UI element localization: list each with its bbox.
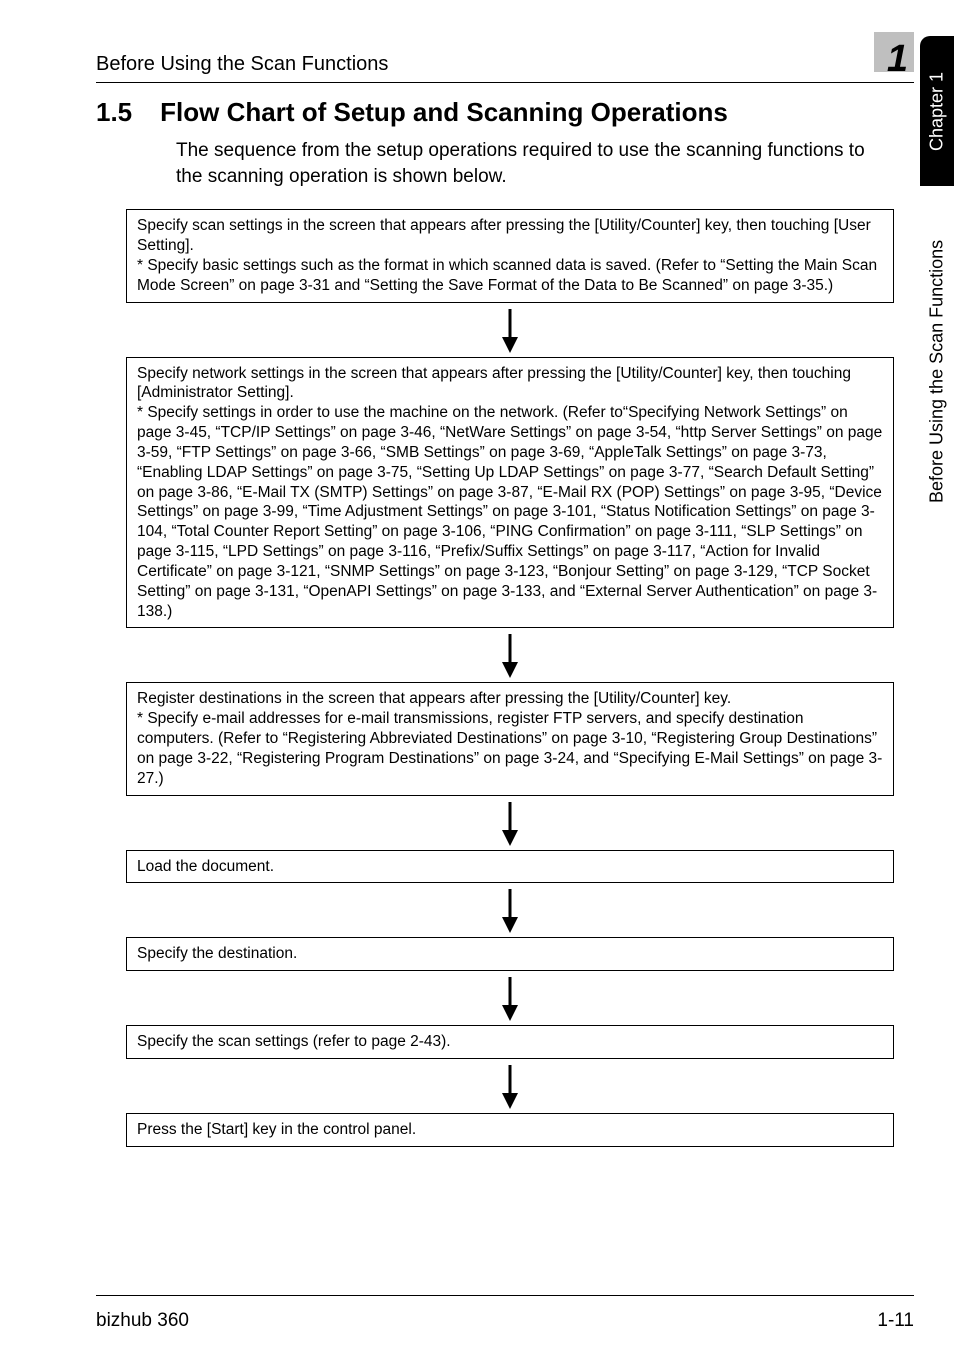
chapter-digit-box: 1: [850, 32, 914, 80]
flow-arrow-icon: [126, 628, 894, 682]
running-head: Before Using the Scan Functions: [96, 53, 388, 80]
flow-step: Press the [Start] key in the control pan…: [126, 1113, 894, 1147]
flow-arrow-icon: [126, 796, 894, 850]
footer-left: bizhub 360: [96, 1310, 189, 1332]
flow-arrow-icon: [126, 303, 894, 357]
flow-step: Specify network settings in the screen t…: [126, 357, 894, 629]
flow-step: Specify the scan settings (refer to page…: [126, 1025, 894, 1059]
flow-arrow-icon: [126, 971, 894, 1025]
flow-step: Load the document.: [126, 850, 894, 884]
flow-step: Specify the destination.: [126, 937, 894, 971]
footer-rule: [96, 1295, 914, 1296]
side-tab-chapter-label: Chapter 1: [920, 36, 954, 186]
side-tab: Chapter 1 Before Using the Scan Function…: [910, 36, 954, 556]
section-number: 1.5: [96, 97, 132, 128]
side-tab-section-label: Before Using the Scan Functions: [920, 186, 954, 556]
chapter-digit: 1: [887, 38, 908, 81]
flow-arrow-icon: [126, 1059, 894, 1113]
flow-chart: Specify scan settings in the screen that…: [126, 209, 894, 1147]
flow-step: Register destinations in the screen that…: [126, 682, 894, 795]
flow-arrow-icon: [126, 883, 894, 937]
footer-right: 1-11: [877, 1310, 914, 1332]
flow-step: Specify scan settings in the screen that…: [126, 209, 894, 302]
section-intro: The sequence from the setup operations r…: [176, 138, 894, 189]
section-title: Flow Chart of Setup and Scanning Operati…: [160, 97, 728, 128]
